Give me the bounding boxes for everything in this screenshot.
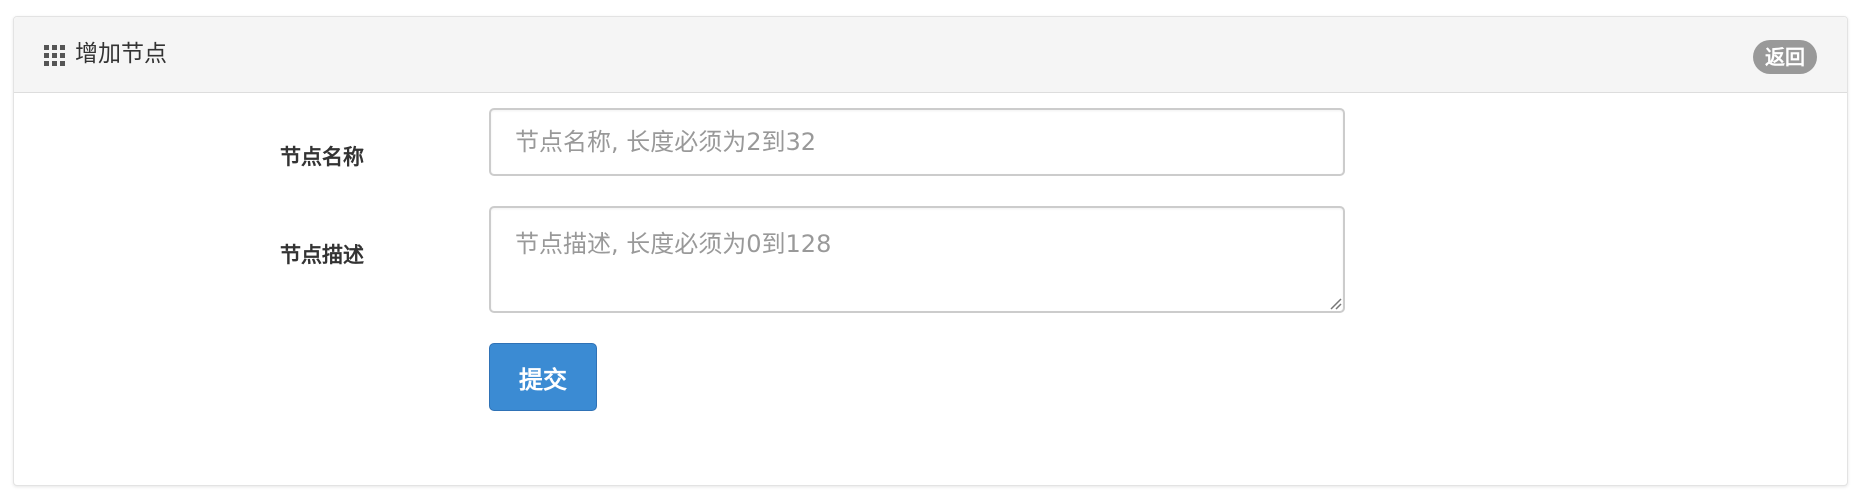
back-button[interactable]: 返回 — [1753, 40, 1817, 74]
node-name-label: 节点名称 — [280, 145, 364, 169]
panel-heading: 增加节点 返回 — [14, 17, 1847, 93]
grid-icon — [44, 45, 65, 66]
submit-button[interactable]: 提交 — [489, 343, 597, 411]
panel-title: 增加节点 — [75, 41, 167, 67]
node-description-textarea[interactable] — [489, 206, 1345, 313]
resize-handle-icon[interactable] — [1328, 296, 1342, 310]
node-name-input[interactable] — [489, 108, 1345, 176]
node-description-label: 节点描述 — [280, 243, 364, 267]
